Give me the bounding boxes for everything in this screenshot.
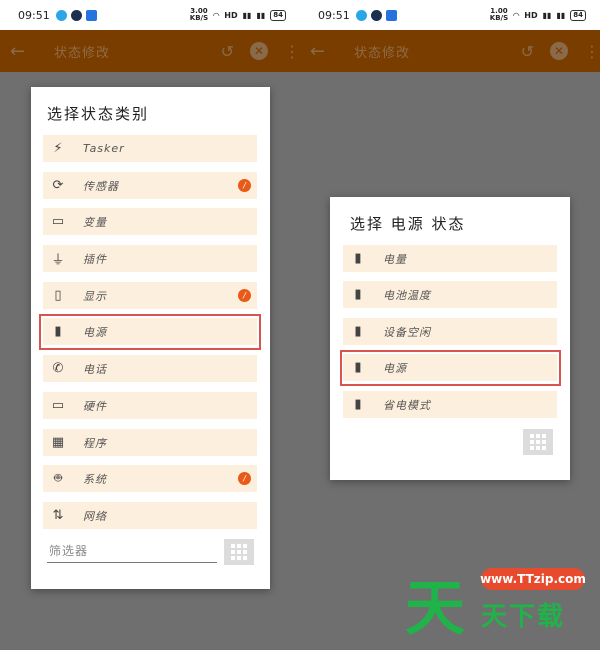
baidu-icon bbox=[385, 9, 397, 21]
site-watermark: 天 www.TTzip.com 天下载 bbox=[405, 560, 595, 644]
watermark-url: www.TTzip.com bbox=[480, 568, 586, 590]
category-item-label: 显示 bbox=[83, 289, 107, 303]
network-speed-unit: KB/S bbox=[489, 14, 509, 22]
baidu-icon bbox=[85, 9, 97, 21]
category-item-label: 系统 bbox=[83, 472, 107, 486]
network-speed-unit: KB/S bbox=[189, 14, 209, 22]
signal-icon: ▮▮ bbox=[542, 10, 552, 20]
category-item-network[interactable]: ⇅ 网络 bbox=[43, 502, 257, 529]
power-item-battery-level[interactable]: ▮ 电量 bbox=[343, 245, 557, 272]
category-item-plugin[interactable]: ⏚ 插件 bbox=[43, 245, 257, 272]
category-item-label: Tasker bbox=[83, 142, 125, 155]
network-speed: 1.00 KB/S bbox=[490, 8, 508, 22]
category-item-label: 硬件 bbox=[83, 399, 107, 413]
toolbar: ← 状态修改 ↺ ✕ ⋮ bbox=[0, 30, 300, 72]
grid-icon[interactable] bbox=[523, 429, 553, 455]
phone-icon: ▯ bbox=[54, 288, 62, 303]
dialog-title: 选择状态类别 bbox=[47, 105, 150, 123]
tag-icon: ▭ bbox=[51, 214, 65, 229]
watermark-logo: 天 bbox=[405, 574, 465, 644]
dialog-title: 选择 电源 状态 bbox=[350, 215, 466, 233]
back-arrow-icon[interactable]: ← bbox=[10, 41, 36, 62]
close-icon[interactable]: ✕ bbox=[550, 42, 568, 60]
highlight-box bbox=[340, 350, 561, 386]
power-state-dialog: 选择 电源 状态 ▮ 电量 ▮ 电池温度 ▮ 设备空闲 ▮ 电源 ▮ 省电模式 bbox=[330, 197, 570, 480]
right-screen: 09:51 1.00 KB/S ◠ HD ▮▮ ▮▮ 84 ← 状态修改 ↺ ✕… bbox=[300, 0, 600, 650]
back-arrow-icon[interactable]: ← bbox=[310, 41, 336, 62]
undo-icon[interactable]: ↺ bbox=[221, 42, 234, 61]
category-item-variable[interactable]: ▭ 变量 bbox=[43, 208, 257, 235]
highlight-box bbox=[39, 314, 261, 350]
qq-icon bbox=[55, 9, 67, 21]
category-item-sensor[interactable]: ⟳ 传感器 / bbox=[43, 172, 257, 199]
toolbar: ← 状态修改 ↺ ✕ ⋮ bbox=[300, 30, 600, 72]
signal-icon: ▮▮ bbox=[242, 10, 252, 20]
more-vert-icon[interactable]: ⋮ bbox=[584, 42, 600, 61]
filter-input[interactable]: 筛选器 bbox=[47, 539, 217, 563]
status-time: 09:51 bbox=[18, 8, 50, 22]
app-notification-icon bbox=[370, 9, 382, 21]
battery-icon: ▮ bbox=[354, 324, 362, 339]
swap-vertical-icon: ⇅ bbox=[52, 508, 64, 523]
wifi-icon: ◠ bbox=[513, 10, 520, 20]
category-item-label: 插件 bbox=[83, 252, 107, 266]
battery-icon: ▮ bbox=[354, 251, 362, 266]
power-item-label: 设备空闲 bbox=[383, 325, 431, 339]
left-screen: 09:51 3.00 KB/S ◠ HD ▮▮ ▮▮ 84 ← 状态修改 ↺ ✕… bbox=[0, 0, 300, 650]
badge-icon: / bbox=[238, 179, 251, 192]
category-item-system[interactable]: 🤖︎ 系统 / bbox=[43, 465, 257, 492]
plug-icon: ⏚ bbox=[51, 253, 65, 268]
grid-icon[interactable] bbox=[224, 539, 254, 565]
battery-icon: ▮ bbox=[354, 397, 362, 412]
category-item-phone[interactable]: ✆ 电话 bbox=[43, 355, 257, 382]
badge-icon: / bbox=[238, 472, 251, 485]
category-item-hardware[interactable]: ▭ 硬件 bbox=[43, 392, 257, 419]
undo-icon[interactable]: ↺ bbox=[521, 42, 534, 61]
toolbar-title: 状态修改 bbox=[54, 45, 111, 61]
power-item-device-idle[interactable]: ▮ 设备空闲 bbox=[343, 318, 557, 345]
qq-icon bbox=[355, 9, 367, 21]
network-speed: 3.00 KB/S bbox=[190, 8, 208, 22]
laptop-icon: ▭ bbox=[51, 398, 65, 413]
category-item-tasker[interactable]: ⚡ Tasker bbox=[43, 135, 257, 162]
battery-indicator: 84 bbox=[270, 9, 286, 21]
category-item-label: 程序 bbox=[83, 436, 107, 450]
more-vert-icon[interactable]: ⋮ bbox=[284, 42, 300, 61]
battery-indicator: 84 bbox=[570, 9, 586, 21]
power-item-label: 省电模式 bbox=[383, 398, 431, 412]
apps-icon: ▦ bbox=[51, 435, 65, 450]
category-item-label: 电话 bbox=[83, 362, 107, 376]
power-item-label: 电量 bbox=[383, 252, 407, 266]
bolt-icon: ⚡ bbox=[53, 141, 63, 156]
power-item-battery-temp[interactable]: ▮ 电池温度 bbox=[343, 281, 557, 308]
status-time: 09:51 bbox=[318, 8, 350, 22]
toolbar-title: 状态修改 bbox=[354, 45, 411, 61]
hd-label: HD bbox=[224, 10, 238, 20]
category-item-app[interactable]: ▦ 程序 bbox=[43, 429, 257, 456]
hd-label: HD bbox=[524, 10, 538, 20]
status-bar: 09:51 1.00 KB/S ◠ HD ▮▮ ▮▮ 84 bbox=[300, 0, 600, 30]
category-item-display[interactable]: ▯ 显示 / bbox=[43, 282, 257, 309]
power-item-power-saving[interactable]: ▮ 省电模式 bbox=[343, 391, 557, 418]
app-notification-icon bbox=[70, 9, 82, 21]
screen-rotate-icon: ⟳ bbox=[52, 178, 64, 193]
status-bar: 09:51 3.00 KB/S ◠ HD ▮▮ ▮▮ 84 bbox=[0, 0, 300, 30]
watermark-name: 天下载 bbox=[481, 602, 566, 632]
wifi-icon: ◠ bbox=[213, 10, 220, 20]
category-item-label: 变量 bbox=[83, 215, 107, 229]
signal-icon-2: ▮▮ bbox=[256, 10, 266, 20]
call-icon: ✆ bbox=[52, 361, 64, 376]
battery-icon: ▮ bbox=[354, 287, 362, 302]
category-item-label: 网络 bbox=[83, 509, 107, 523]
android-icon: 🤖︎ bbox=[54, 470, 62, 486]
signal-icon-2: ▮▮ bbox=[556, 10, 566, 20]
category-dialog: 选择状态类别 ⚡ Tasker ⟳ 传感器 / ▭ 变量 ⏚ 插件 ▯ 显示 /… bbox=[31, 87, 270, 589]
badge-icon: / bbox=[238, 289, 251, 302]
power-item-label: 电池温度 bbox=[383, 288, 431, 302]
category-item-label: 传感器 bbox=[83, 179, 119, 193]
close-icon[interactable]: ✕ bbox=[250, 42, 268, 60]
